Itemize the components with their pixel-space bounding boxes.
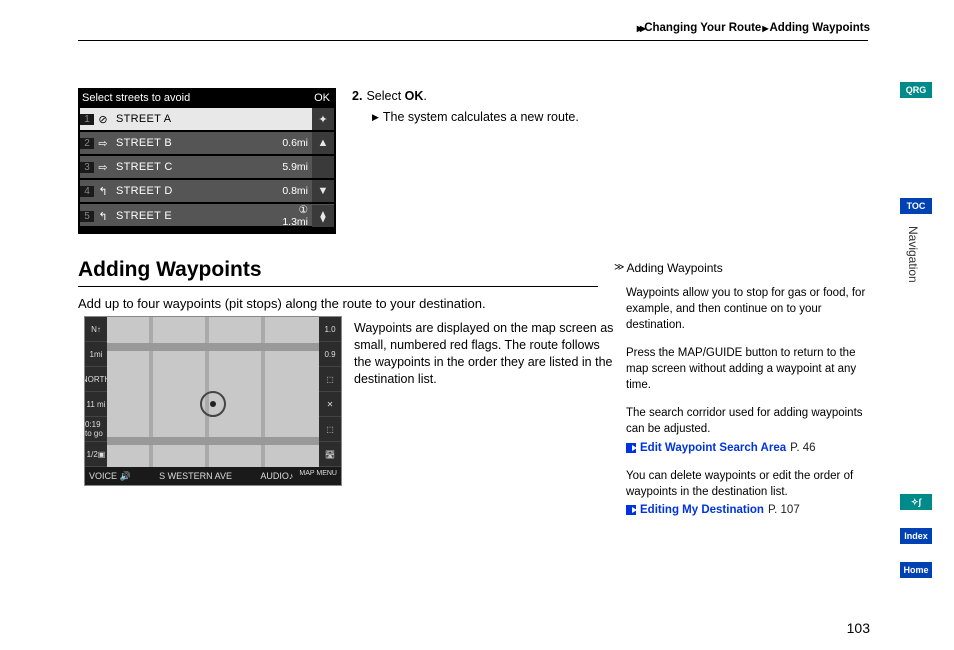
direction-icon: ↰ (94, 210, 112, 223)
street-name: STREET C (112, 161, 276, 173)
distance: 0.6mi (276, 137, 312, 149)
info-paragraph: The search corridor used for adding wayp… (626, 405, 870, 437)
street-row: 2⇨STREET B0.6mi▲ (80, 132, 334, 154)
map-side-cell: 11 mi (85, 392, 107, 417)
tab-index[interactable]: Index (900, 528, 932, 544)
tab-qrg[interactable]: QRG (900, 82, 932, 98)
map-screenshot: N↑1miNORTH11 mi0:19 to go1/2▣ 1.00.9⬚✕⬚🛣… (84, 316, 342, 486)
info-icon: ≫ (614, 261, 620, 275)
avoid-streets-screenshot: Select streets to avoid OK 1⊘STREET A✦2⇨… (78, 88, 336, 234)
step-number: 2. (352, 88, 362, 105)
street-row: 3⇨STREET C5.9mi (80, 156, 334, 178)
page-number: 103 (847, 620, 870, 636)
map-side-cell: 0.9 (319, 342, 341, 367)
map-side-cell: ✕ (319, 392, 341, 417)
distance: 5.9mi (276, 161, 312, 173)
breadcrumb-section[interactable]: Changing Your Route (644, 22, 761, 34)
link-icon (626, 505, 636, 515)
intro-text: Add up to four waypoints (pit stops) alo… (78, 296, 558, 311)
scroll-icon: ✦ (312, 108, 334, 130)
row-index: 4 (80, 186, 94, 197)
chevron-right-icon: ▶ (762, 24, 768, 33)
scroll-icon: ▲ (312, 132, 334, 154)
map-side-cell: ⬚ (319, 367, 341, 392)
tab-home[interactable]: Home (900, 562, 932, 578)
street-row: 1⊘STREET A ✦ (80, 108, 334, 130)
scroll-icon: ▼ (312, 180, 334, 202)
info-heading: Adding Waypoints (626, 260, 722, 277)
row-index: 5 (80, 211, 94, 222)
divider (78, 40, 868, 41)
scroll-icon: ⧫ (312, 205, 334, 227)
street-name: STREET E (112, 210, 276, 222)
chevron-right-icon: ▶▶ (637, 24, 643, 33)
tab-toc[interactable]: TOC (900, 198, 932, 214)
step-result: The system calculates a new route. (383, 109, 579, 126)
scroll-icon (312, 156, 334, 178)
row-index: 3 (80, 162, 94, 173)
xref-link[interactable]: Editing My Destination P. 107 (626, 502, 870, 518)
breadcrumb: ▶▶ Changing Your Route ▶ Adding Waypoint… (637, 22, 870, 34)
direction-icon: ↰ (94, 185, 112, 198)
row-index: 2 (80, 138, 94, 149)
distance: ① 1.3mi (276, 204, 312, 228)
direction-icon: ⇨ (94, 161, 112, 174)
xref-link[interactable]: Edit Waypoint Search Area P. 46 (626, 440, 870, 456)
map-side-cell: N↑ (85, 317, 107, 342)
map-side-cell: NORTH (85, 367, 107, 392)
map-side-cell: 1.0 (319, 317, 341, 342)
street-name: STREET D (112, 185, 276, 197)
link-icon (626, 443, 636, 453)
street-row: 5↰STREET E① 1.3mi⧫ (80, 204, 334, 226)
map-side-cell: 1/2▣ (85, 442, 107, 467)
tab-voice-commands[interactable]: ✧∫ (900, 494, 932, 510)
waypoint-description: Waypoints are displayed on the map scree… (354, 320, 614, 388)
info-paragraph: You can delete waypoints or edit the ord… (626, 468, 870, 500)
map-side-cell: 🛣 (319, 442, 341, 467)
map-side-cell: ⬚ (319, 417, 341, 442)
street-row: 4↰STREET D0.8mi▼ (80, 180, 334, 202)
screenshot-title: Select streets to avoid (82, 92, 190, 104)
map-side-cell: 0:19 to go (85, 417, 107, 442)
tab-navigation[interactable]: Navigation (906, 226, 920, 306)
map-side-cell: 1mi (85, 342, 107, 367)
audio-label: AUDIO♪ (260, 471, 293, 481)
street-name: STREET A (112, 113, 276, 125)
map-menu-label: MAP MENU (299, 471, 337, 481)
voice-label: VOICE 🔊 (89, 471, 131, 482)
ok-button: OK (314, 92, 330, 104)
street-name: STREET B (112, 137, 276, 149)
breadcrumb-page[interactable]: Adding Waypoints (769, 22, 870, 34)
street-name: S WESTERN AVE (159, 471, 232, 481)
triangle-right-icon: ▶ (372, 109, 379, 126)
direction-icon: ⊘ (94, 113, 112, 126)
distance: 0.8mi (276, 185, 312, 197)
direction-icon: ⇨ (94, 137, 112, 150)
page-heading: Adding Waypoints (78, 258, 598, 287)
row-index: 1 (80, 114, 94, 125)
info-paragraph: Waypoints allow you to stop for gas or f… (626, 285, 870, 333)
info-paragraph: Press the MAP/GUIDE button to return to … (626, 345, 870, 393)
instruction-step: 2. Select OK. ▶ The system calculates a … (352, 88, 612, 126)
info-sidebar: ≫ Adding Waypoints Waypoints allow you t… (614, 260, 870, 518)
